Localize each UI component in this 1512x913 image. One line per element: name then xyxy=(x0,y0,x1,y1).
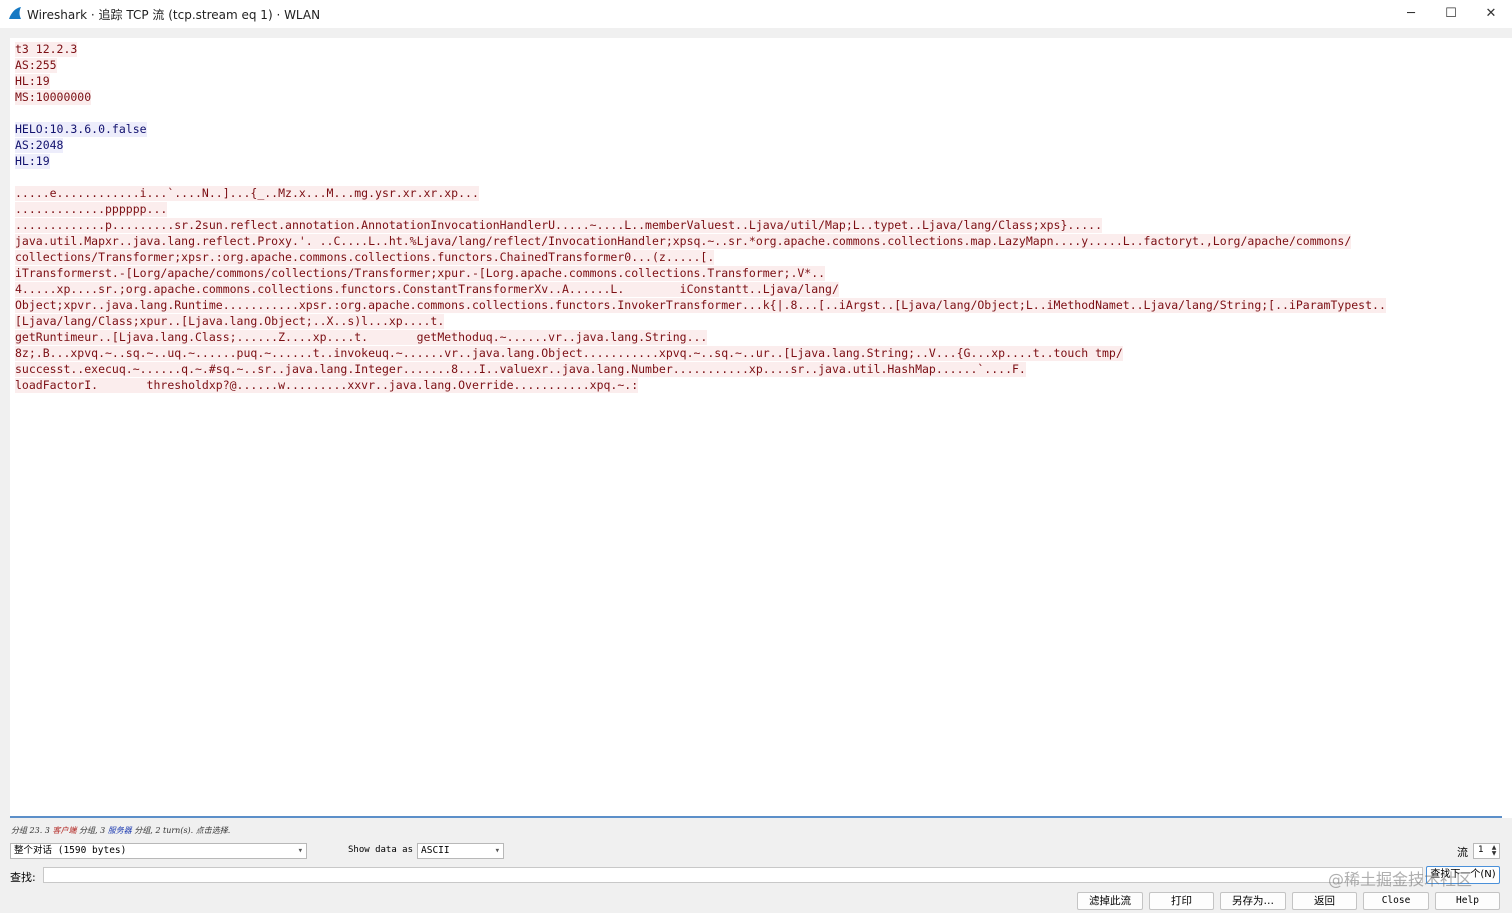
conversation-select-value: 整个对话 (1590 bytes) xyxy=(14,845,127,856)
client-data-line: java.util.Mapxr..java.lang.reflect.Proxy… xyxy=(15,234,1352,249)
title-bar: Wireshark · 追踪 TCP 流 (tcp.stream eq 1) ·… xyxy=(0,0,1512,28)
format-select-value: ASCII xyxy=(421,845,450,856)
client-data-line: Object;xpvr..java.lang.Runtime..........… xyxy=(15,298,1386,313)
stream-status-text: 分组 23. 3 客户端 分组, 3 服务器 分组, 2 turn(s). 点击… xyxy=(11,825,230,836)
client-data-line: loadFactorI. thresholdxp?@......w.......… xyxy=(15,378,639,393)
spin-down-icon[interactable]: ▼ xyxy=(1490,851,1498,857)
close-window-button[interactable]: ✕ xyxy=(1471,0,1511,28)
maximize-button[interactable]: ☐ xyxy=(1431,0,1471,28)
server-data-line: HL:19 xyxy=(15,154,50,169)
print-button[interactable]: 打印 xyxy=(1149,892,1214,910)
status-server-word: 服务器 xyxy=(107,826,132,835)
client-data-line: [Ljava/lang/Class;xpur..[Ljava.lang.Obje… xyxy=(15,314,445,329)
find-input[interactable] xyxy=(43,867,1423,883)
watermark: @稀土掘金技术社区 xyxy=(1328,870,1473,889)
wireshark-fin-icon xyxy=(9,7,21,19)
client-data-line: 4.....xp....sr.;org.apache.commons.colle… xyxy=(15,282,839,297)
find-label: 查找: xyxy=(10,871,36,884)
stream-number-value: 1 xyxy=(1478,845,1484,855)
back-button[interactable]: 返回 xyxy=(1292,892,1357,910)
status-middle: 分组, 3 xyxy=(76,826,108,835)
stream-content-pane[interactable]: t3 12.2.3 AS:255 HL:19 MS:10000000 HELO:10.3… xyxy=(10,38,1502,818)
server-data-line: HELO:10.3.6.0.false xyxy=(15,122,147,137)
client-data-line: collections/Transformer;xpsr.:org.apache… xyxy=(15,250,715,265)
chevron-down-icon: ▾ xyxy=(297,846,303,856)
client-data-line: AS:255 xyxy=(15,58,57,73)
client-data-line: successt..execuq.~......q.~.#sq.~..sr..j… xyxy=(15,362,1026,377)
client-data-line: .............pppppp... xyxy=(15,202,168,217)
stream-number-label: 流 xyxy=(1457,846,1468,859)
client-data-line: iTransformerst.-[Lorg/apache/commons/col… xyxy=(15,266,826,281)
conversation-select[interactable]: 整个对话 (1590 bytes) ▾ xyxy=(10,843,307,859)
help-button[interactable]: Help xyxy=(1435,892,1500,910)
status-suffix: 分组, 2 turn(s). 点击选择. xyxy=(131,826,231,835)
client-data-line: t3 12.2.3 xyxy=(15,42,78,57)
status-prefix: 分组 23. 3 xyxy=(11,826,53,835)
chevron-down-icon: ▾ xyxy=(494,846,500,856)
close-button[interactable]: Close xyxy=(1363,892,1429,910)
pane-margin xyxy=(1502,38,1512,818)
client-data-line: .....e............i...`....N..]...{_..Mz… xyxy=(15,186,479,201)
client-data-line: .............p.........sr.2sun.reflect.a… xyxy=(15,218,1103,233)
client-data-line: getRuntimeur..[Ljava.lang.Class;......Z.… xyxy=(15,330,708,345)
filter-out-stream-button[interactable]: 滤掉此流 xyxy=(1077,892,1143,910)
status-client-word: 客户端 xyxy=(52,826,77,835)
stream-number-spinbox[interactable]: 1 ▲ ▼ xyxy=(1473,843,1500,859)
client-data-line: MS:10000000 xyxy=(15,90,92,105)
server-data-line: AS:2048 xyxy=(15,138,64,153)
client-data-line: HL:19 xyxy=(15,74,50,89)
client-data-line: 8z;.B...xpvq.~..sq.~..uq.~......puq.~...… xyxy=(15,346,1123,361)
save-as-button[interactable]: 另存为… xyxy=(1220,892,1286,910)
window-title: Wireshark · 追踪 TCP 流 (tcp.stream eq 1) ·… xyxy=(27,8,321,22)
minimize-button[interactable]: ─ xyxy=(1391,0,1431,28)
show-data-label: Show data as xyxy=(348,845,414,855)
show-data-format-select[interactable]: ASCII ▾ xyxy=(417,843,504,859)
